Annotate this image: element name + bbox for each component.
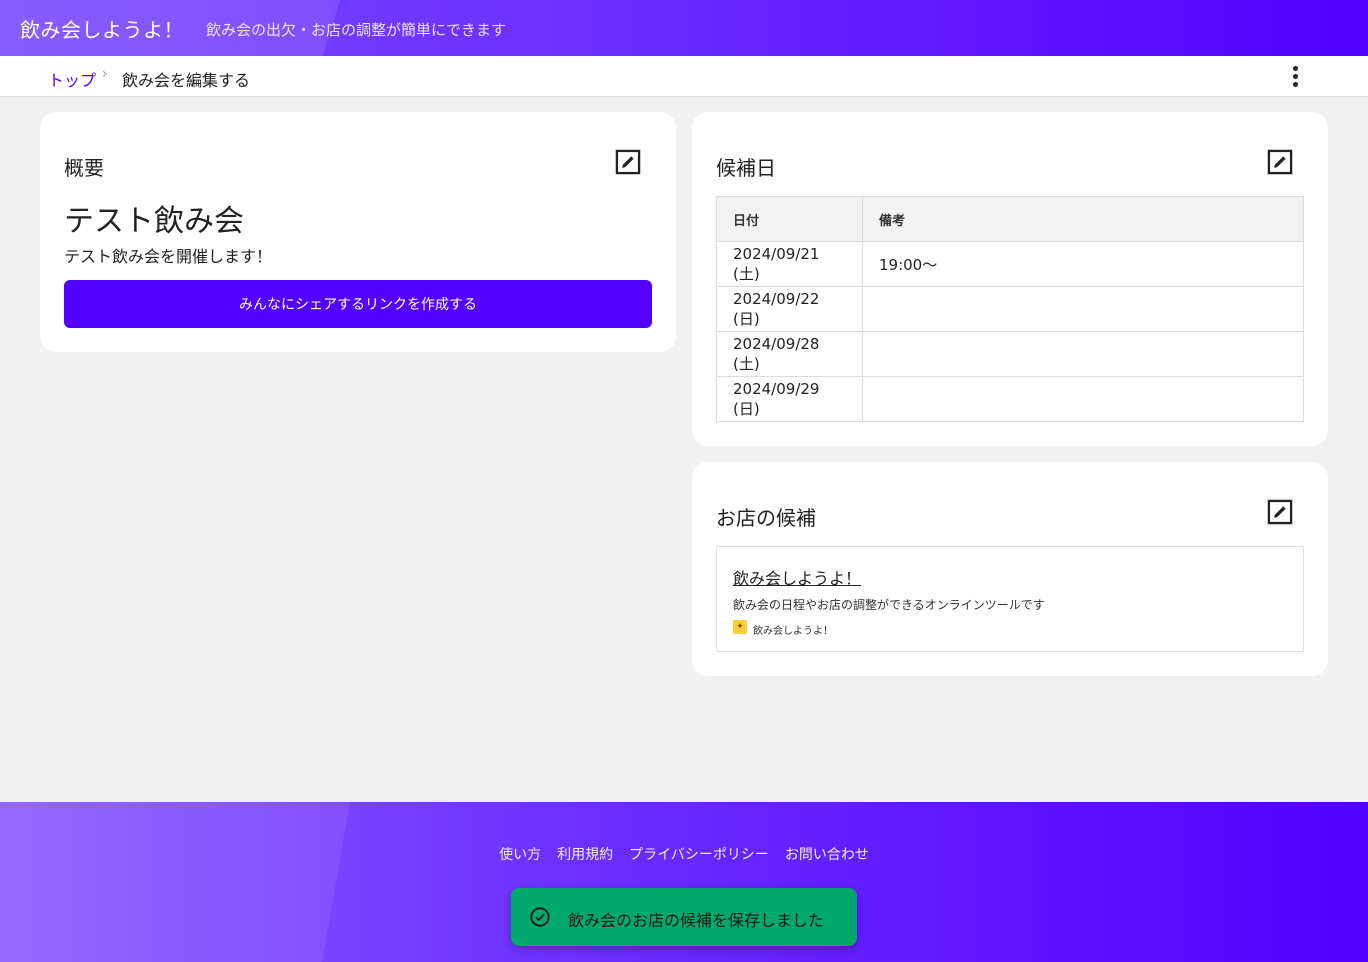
footer-link-usage[interactable]: 使い方	[499, 844, 541, 864]
note-cell	[862, 376, 1304, 422]
note-cell	[862, 331, 1304, 377]
note-cell: 19:00～	[862, 241, 1304, 287]
shop-title[interactable]: 飲み会しようよ！	[733, 565, 861, 589]
table-row: 2024/09/29 (日)	[716, 376, 1304, 422]
date-cell: 2024/09/29 (日)	[716, 376, 863, 422]
event-description: テスト飲み会を開催します！	[64, 247, 273, 266]
table-row: 2024/09/21 (土) 19:00～	[716, 241, 1304, 287]
date-cell: 2024/09/21 (土)	[716, 241, 863, 287]
footer-links: 使い方 利用規約 プライバシーポリシー お問い合わせ	[0, 844, 1368, 864]
app-title[interactable]: 飲み会しようよ！	[20, 14, 184, 43]
breadcrumb-separator: ›	[102, 66, 108, 82]
edit-shops-button[interactable]	[1266, 498, 1294, 526]
edit-icon	[1267, 499, 1293, 525]
date-cell: 2024/09/22 (日)	[716, 286, 863, 332]
shop-description: 飲み会の日程やお店の調整ができるオンラインツールです	[733, 598, 1045, 612]
app-tagline: 飲み会の出欠・お店の調整が簡単にできます	[206, 21, 507, 39]
overview-card: 概要 テスト飲み会 テスト飲み会を開催します！ みんなにシェアするリンクを作成す…	[40, 112, 676, 352]
shop-site-name: 飲み会しようよ！	[753, 626, 833, 637]
create-share-link-button[interactable]: みんなにシェアするリンクを作成する	[64, 280, 652, 328]
footer-decoration	[0, 802, 350, 962]
candidate-dates-heading: 候補日	[716, 156, 776, 180]
edit-dates-button[interactable]	[1266, 148, 1294, 176]
edit-icon	[1267, 149, 1293, 175]
site-favicon-icon: ✦	[733, 620, 747, 634]
table-row: 2024/09/28 (土)	[716, 331, 1304, 377]
shop-candidates-card: お店の候補 飲み会しようよ！ 飲み会の日程やお店の調整ができるオンラインツールで…	[692, 462, 1328, 676]
footer-link-privacy[interactable]: プライバシーポリシー	[629, 844, 769, 864]
note-cell	[862, 286, 1304, 332]
footer-link-terms[interactable]: 利用規約	[557, 844, 613, 864]
breadcrumb-current: 飲み会を編集する	[122, 71, 251, 90]
candidate-dates-card: 候補日 日付 備考 2024/09/21 (土) 19:00～ 2024/09/…	[692, 112, 1328, 446]
column-header-date: 日付	[716, 196, 863, 242]
more-menu-icon[interactable]	[1284, 64, 1308, 88]
app-header: 飲み会しようよ！ 飲み会の出欠・お店の調整が簡単にできます	[0, 0, 1368, 56]
event-name: テスト飲み会	[64, 204, 244, 239]
table-row: 2024/09/22 (日)	[716, 286, 1304, 332]
date-cell: 2024/09/28 (土)	[716, 331, 863, 377]
edit-overview-button[interactable]	[614, 148, 642, 176]
toast-message: 飲み会のお店の候補を保存しました	[568, 911, 825, 930]
table-header-row: 日付 備考	[716, 196, 1304, 242]
footer-link-contact[interactable]: お問い合わせ	[785, 844, 869, 864]
overview-heading: 概要	[64, 156, 104, 180]
shop-candidates-heading: お店の候補	[716, 506, 816, 530]
success-toast: 飲み会のお店の候補を保存しました	[511, 888, 857, 946]
breadcrumb: トップ › 飲み会を編集する	[0, 56, 1368, 97]
check-circle-icon	[530, 907, 550, 927]
candidate-dates-table: 日付 備考 2024/09/21 (土) 19:00～ 2024/09/22 (…	[716, 196, 1304, 422]
edit-icon	[615, 149, 641, 175]
breadcrumb-top-link[interactable]: トップ	[48, 67, 96, 91]
shop-link-card[interactable]: 飲み会しようよ！ 飲み会の日程やお店の調整ができるオンラインツールです ✦ 飲み…	[716, 546, 1304, 652]
column-header-note: 備考	[862, 196, 1304, 242]
